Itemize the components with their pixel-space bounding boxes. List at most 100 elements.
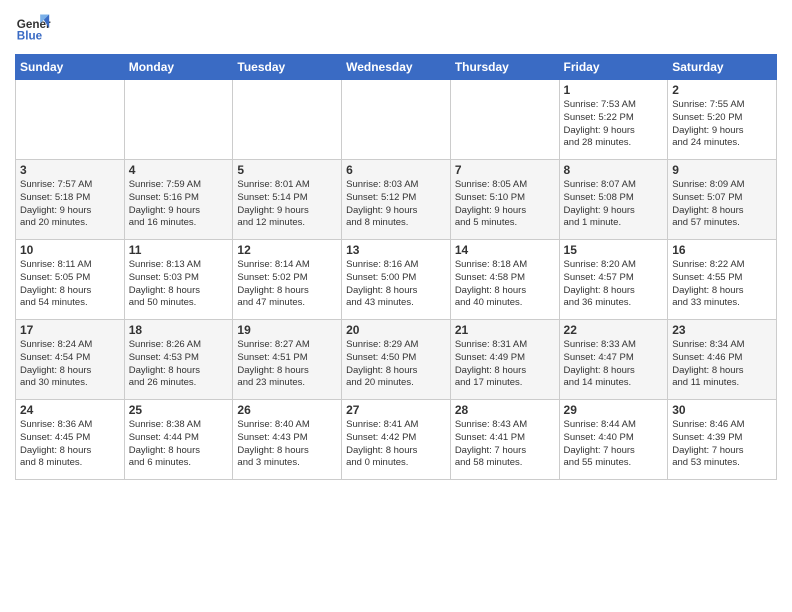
calendar-cell: [233, 80, 342, 160]
calendar-cell: 12Sunrise: 8:14 AM Sunset: 5:02 PM Dayli…: [233, 240, 342, 320]
calendar-cell: 30 Sunrise: 8:46 AM Sunset: 4:39 PM Dayli…: [668, 400, 777, 480]
day-info: Sunrise: 8:46 AM Sunset: 4:39 PM Dayligh…: [672, 419, 772, 470]
calendar-table: SundayMondayTuesdayWednesdayThursdayFrid…: [15, 54, 777, 480]
day-number: 18: [129, 323, 229, 337]
day-info: Sunrise: 8:44 AM Sunset: 4:40 PM Dayligh…: [564, 419, 664, 470]
calendar-cell: 6 Sunrise: 8:03 AM Sunset: 5:12 PM Daylig…: [342, 160, 451, 240]
calendar-cell: 23 Sunrise: 8:34 AM Sunset: 4:46 PM Dayli…: [668, 320, 777, 400]
day-number: 13: [346, 243, 446, 257]
calendar-cell: 13 Sunrise: 8:16 AM Sunset: 5:00 PM Dayli…: [342, 240, 451, 320]
day-info: Sunrise: 8:16 AM Sunset: 5:00 PM Dayligh…: [346, 259, 446, 310]
day-info: Sunrise: 8:36 AM Sunset: 4:45 PM Dayligh…: [20, 419, 120, 470]
day-info: Sunrise: 8:33 AM Sunset: 4:47 PM Dayligh…: [564, 339, 664, 390]
day-number: 9: [672, 163, 772, 177]
day-number: 24: [20, 403, 120, 417]
day-info: Sunrise: 8:40 AM Sunset: 4:43 PM Dayligh…: [237, 419, 337, 470]
calendar-cell: 25Sunrise: 8:38 AM Sunset: 4:44 PM Dayli…: [124, 400, 233, 480]
day-info: Sunrise: 8:34 AM Sunset: 4:46 PM Dayligh…: [672, 339, 772, 390]
day-number: 23: [672, 323, 772, 337]
calendar-week-row: 17 Sunrise: 8:24 AM Sunset: 4:54 PM Dayli…: [16, 320, 777, 400]
calendar-cell: 15 Sunrise: 8:20 AM Sunset: 4:57 PM Dayli…: [559, 240, 668, 320]
day-number: 7: [455, 163, 555, 177]
day-info: Sunrise: 8:26 AM Sunset: 4:53 PM Dayligh…: [129, 339, 229, 390]
day-info: Sunrise: 7:59 AM Sunset: 5:16 PM Dayligh…: [129, 179, 229, 230]
weekday-header-row: SundayMondayTuesdayWednesdayThursdayFrid…: [16, 55, 777, 80]
calendar-cell: 27 Sunrise: 8:41 AM Sunset: 4:42 PM Dayli…: [342, 400, 451, 480]
day-info: Sunrise: 8:31 AM Sunset: 4:49 PM Dayligh…: [455, 339, 555, 390]
weekday-header: Friday: [559, 55, 668, 80]
calendar-cell: 10 Sunrise: 8:11 AM Sunset: 5:05 PM Dayli…: [16, 240, 125, 320]
day-number: 25: [129, 403, 229, 417]
day-number: 12: [237, 243, 337, 257]
day-number: 6: [346, 163, 446, 177]
day-info: Sunrise: 8:01 AM Sunset: 5:14 PM Dayligh…: [237, 179, 337, 230]
calendar-cell: 1 Sunrise: 7:53 AM Sunset: 5:22 PM Daylig…: [559, 80, 668, 160]
day-number: 1: [564, 83, 664, 97]
day-info: Sunrise: 8:24 AM Sunset: 4:54 PM Dayligh…: [20, 339, 120, 390]
day-info: Sunrise: 8:18 AM Sunset: 4:58 PM Dayligh…: [455, 259, 555, 310]
day-info: Sunrise: 7:57 AM Sunset: 5:18 PM Dayligh…: [20, 179, 120, 230]
calendar-cell: 4 Sunrise: 7:59 AM Sunset: 5:16 PM Daylig…: [124, 160, 233, 240]
calendar-cell: [16, 80, 125, 160]
weekday-header: Thursday: [450, 55, 559, 80]
page-container: General Blue SundayMondayTuesdayWednesda…: [0, 0, 792, 485]
day-info: Sunrise: 8:41 AM Sunset: 4:42 PM Dayligh…: [346, 419, 446, 470]
day-number: 14: [455, 243, 555, 257]
calendar-cell: [124, 80, 233, 160]
logo: General Blue: [15, 10, 51, 46]
day-number: 4: [129, 163, 229, 177]
day-number: 2: [672, 83, 772, 97]
day-info: Sunrise: 8:13 AM Sunset: 5:03 PM Dayligh…: [129, 259, 229, 310]
calendar-week-row: 10 Sunrise: 8:11 AM Sunset: 5:05 PM Dayli…: [16, 240, 777, 320]
calendar-cell: 11Sunrise: 8:13 AM Sunset: 5:03 PM Dayli…: [124, 240, 233, 320]
svg-text:Blue: Blue: [17, 30, 43, 43]
calendar-cell: 8 Sunrise: 8:07 AM Sunset: 5:08 PM Daylig…: [559, 160, 668, 240]
day-number: 16: [672, 243, 772, 257]
day-number: 15: [564, 243, 664, 257]
weekday-header: Sunday: [16, 55, 125, 80]
day-info: Sunrise: 7:53 AM Sunset: 5:22 PM Dayligh…: [564, 99, 664, 150]
day-info: Sunrise: 8:29 AM Sunset: 4:50 PM Dayligh…: [346, 339, 446, 390]
day-number: 28: [455, 403, 555, 417]
calendar-cell: 21 Sunrise: 8:31 AM Sunset: 4:49 PM Dayli…: [450, 320, 559, 400]
day-number: 29: [564, 403, 664, 417]
day-info: Sunrise: 8:03 AM Sunset: 5:12 PM Dayligh…: [346, 179, 446, 230]
calendar-week-row: 24 Sunrise: 8:36 AM Sunset: 4:45 PM Dayli…: [16, 400, 777, 480]
day-number: 26: [237, 403, 337, 417]
day-number: 19: [237, 323, 337, 337]
calendar-cell: 29 Sunrise: 8:44 AM Sunset: 4:40 PM Dayli…: [559, 400, 668, 480]
calendar-cell: 16 Sunrise: 8:22 AM Sunset: 4:55 PM Dayli…: [668, 240, 777, 320]
day-info: Sunrise: 8:27 AM Sunset: 4:51 PM Dayligh…: [237, 339, 337, 390]
day-info: Sunrise: 8:43 AM Sunset: 4:41 PM Dayligh…: [455, 419, 555, 470]
day-info: Sunrise: 8:09 AM Sunset: 5:07 PM Dayligh…: [672, 179, 772, 230]
calendar-cell: 22 Sunrise: 8:33 AM Sunset: 4:47 PM Dayli…: [559, 320, 668, 400]
calendar-cell: 26 Sunrise: 8:40 AM Sunset: 4:43 PM Dayli…: [233, 400, 342, 480]
day-number: 27: [346, 403, 446, 417]
calendar-week-row: 3Sunrise: 7:57 AM Sunset: 5:18 PM Daylig…: [16, 160, 777, 240]
day-number: 17: [20, 323, 120, 337]
day-info: Sunrise: 8:20 AM Sunset: 4:57 PM Dayligh…: [564, 259, 664, 310]
calendar-cell: 28 Sunrise: 8:43 AM Sunset: 4:41 PM Dayli…: [450, 400, 559, 480]
calendar-cell: 7 Sunrise: 8:05 AM Sunset: 5:10 PM Daylig…: [450, 160, 559, 240]
header: General Blue: [15, 10, 777, 46]
day-info: Sunrise: 8:22 AM Sunset: 4:55 PM Dayligh…: [672, 259, 772, 310]
day-number: 22: [564, 323, 664, 337]
logo-icon: General Blue: [15, 10, 51, 46]
weekday-header: Tuesday: [233, 55, 342, 80]
day-number: 20: [346, 323, 446, 337]
day-number: 8: [564, 163, 664, 177]
day-info: Sunrise: 8:11 AM Sunset: 5:05 PM Dayligh…: [20, 259, 120, 310]
day-info: Sunrise: 8:07 AM Sunset: 5:08 PM Dayligh…: [564, 179, 664, 230]
day-number: 30: [672, 403, 772, 417]
day-number: 21: [455, 323, 555, 337]
calendar-cell: [450, 80, 559, 160]
weekday-header: Monday: [124, 55, 233, 80]
calendar-cell: 9 Sunrise: 8:09 AM Sunset: 5:07 PM Daylig…: [668, 160, 777, 240]
calendar-cell: 17 Sunrise: 8:24 AM Sunset: 4:54 PM Dayli…: [16, 320, 125, 400]
calendar-week-row: 1 Sunrise: 7:53 AM Sunset: 5:22 PM Daylig…: [16, 80, 777, 160]
calendar-cell: 20 Sunrise: 8:29 AM Sunset: 4:50 PM Dayli…: [342, 320, 451, 400]
day-info: Sunrise: 8:05 AM Sunset: 5:10 PM Dayligh…: [455, 179, 555, 230]
day-number: 5: [237, 163, 337, 177]
day-number: 10: [20, 243, 120, 257]
calendar-cell: 5 Sunrise: 8:01 AM Sunset: 5:14 PM Daylig…: [233, 160, 342, 240]
